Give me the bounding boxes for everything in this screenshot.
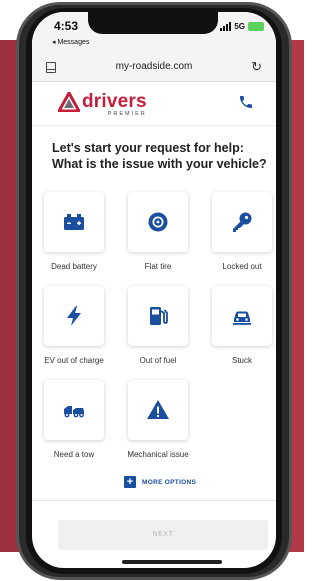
option-stuck[interactable] xyxy=(212,286,272,346)
option-out-of-fuel-label: Out of fuel xyxy=(139,356,177,365)
option-need-a-tow[interactable] xyxy=(44,380,104,440)
network-label: 5G xyxy=(234,22,245,31)
browser-address-bar[interactable]: my-roadside.com ↻ xyxy=(32,54,276,82)
battery-icon xyxy=(248,22,264,31)
back-to-messages-link[interactable]: ◂ Messages xyxy=(52,38,89,46)
option-out-of-fuel[interactable] xyxy=(128,286,188,346)
option-need-a-tow-label: Need a tow xyxy=(53,450,95,459)
lightning-bolt-icon xyxy=(67,306,81,326)
reload-icon[interactable]: ↻ xyxy=(251,59,262,75)
tow-truck-icon xyxy=(64,406,84,418)
option-stuck-label: Stuck xyxy=(231,356,252,365)
option-mechanical-issue-label: Mechanical issue xyxy=(127,450,189,459)
option-locked-out[interactable] xyxy=(212,192,272,252)
key-icon xyxy=(233,212,252,232)
option-ev-out-of-charge[interactable] xyxy=(44,286,104,346)
phone-screen: 4:53 ◂ Messages 5G my-roadside.com ↻ dri… xyxy=(32,12,276,568)
more-options-label: MORE OPTIONS xyxy=(142,478,197,486)
next-button[interactable]: NEXT xyxy=(58,520,268,550)
footer-divider xyxy=(32,500,276,501)
status-indicators: 5G xyxy=(220,22,264,31)
question-line-2: What is the issue with your vehicle? xyxy=(52,157,267,171)
option-flat-tire[interactable] xyxy=(128,192,188,252)
site-header: drivers PREMIER xyxy=(32,82,276,126)
option-dead-battery[interactable] xyxy=(44,192,104,252)
issue-question: Let's start your request for help: What … xyxy=(52,140,274,172)
option-mechanical-issue[interactable] xyxy=(128,380,188,440)
warning-triangle-icon xyxy=(147,400,169,419)
option-dead-battery-label: Dead battery xyxy=(51,262,97,271)
option-locked-out-label: Locked out xyxy=(222,262,262,271)
plus-icon: + xyxy=(124,476,136,488)
option-flat-tire-label: Flat tire xyxy=(144,262,172,271)
question-line-1: Let's start your request for help: xyxy=(52,141,244,155)
phone-notch xyxy=(88,12,218,34)
logo-wordmark: drivers xyxy=(82,91,147,112)
more-options-button[interactable]: + MORE OPTIONS xyxy=(124,476,196,488)
logo-triangle-icon xyxy=(58,92,80,112)
url-text[interactable]: my-roadside.com xyxy=(32,61,276,72)
logo-tagline: PREMIER xyxy=(107,111,147,117)
signal-bars-icon xyxy=(220,22,232,31)
home-indicator[interactable] xyxy=(122,560,222,564)
fuel-pump-icon xyxy=(150,307,168,325)
tire-icon xyxy=(148,212,168,232)
option-ev-out-of-charge-label: EV out of charge xyxy=(44,356,104,365)
stuck-car-icon xyxy=(233,311,251,325)
status-time: 4:53 xyxy=(54,19,79,33)
car-battery-icon xyxy=(64,214,84,230)
phone-call-icon[interactable] xyxy=(238,94,254,110)
drivers-premier-logo[interactable]: drivers PREMIER xyxy=(58,92,147,118)
